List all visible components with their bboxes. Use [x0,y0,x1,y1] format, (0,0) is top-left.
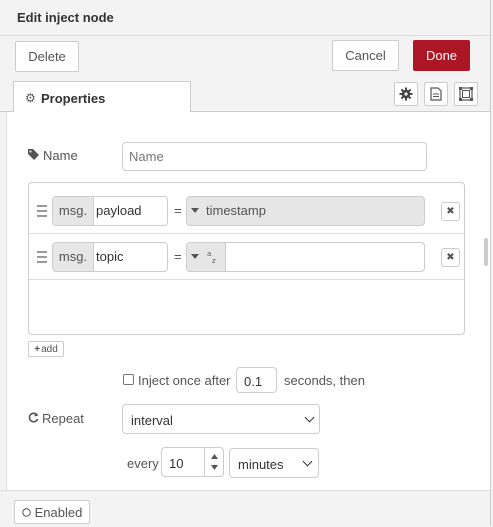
tray-title: Edit inject node [17,10,114,25]
tray-header: Edit inject node [0,0,490,36]
gear-icon [399,87,413,101]
tab-properties[interactable]: ⚙ Properties [13,81,191,112]
interval-unit-select[interactable]: minutes [229,448,319,478]
tab-properties-label: Properties [41,91,106,106]
property-list: msg. payload = timestamp ✖ msg. topic = … [28,182,465,335]
every-label: every [127,456,159,471]
row-divider [29,279,464,280]
add-label: add [41,343,58,355]
chevron-down-icon [302,456,313,467]
inject-once-delay-input[interactable]: 0.1 [236,367,277,393]
string-type-icon: az [207,250,216,264]
settings-tab-button[interactable] [394,82,418,106]
name-input[interactable] [122,142,427,171]
caret-down-icon [191,208,199,213]
svg-text:a: a [207,250,211,258]
payload-type-select[interactable]: timestamp [186,196,425,226]
inject-once-delay-value: 0.1 [244,374,263,389]
number-spinner[interactable] [204,448,224,476]
interval-number-input[interactable]: 10 [161,447,224,477]
circle-icon [21,507,31,517]
tab-bar: ⚙ Properties [0,78,490,112]
done-button[interactable]: Done [413,40,470,71]
delete-button[interactable]: Delete [15,41,79,72]
svg-text:z: z [212,257,216,264]
repeat-select[interactable]: interval [122,404,320,434]
appearance-tab-button[interactable] [454,82,478,106]
equals-sign: = [174,249,182,264]
tray-toolbar: Delete Cancel Done [0,36,490,78]
repeat-value: interval [131,413,173,428]
drag-handle-icon[interactable] [37,251,47,266]
property-name: topic [96,249,124,264]
name-label: Name [43,148,78,163]
edit-tray: Edit inject node Delete Cancel Done ⚙ Pr… [0,0,491,527]
enabled-toggle-button[interactable]: Enabled [14,500,90,524]
seconds-label: seconds, then [284,373,365,388]
msg-prefix: msg. [53,243,94,271]
plus-icon: + [34,343,41,355]
node-appearance-icon [459,87,473,101]
document-icon [430,87,442,101]
add-property-button[interactable]: + add [28,341,64,357]
interval-unit-value: minutes [238,457,284,472]
tag-icon [28,149,39,160]
scrollbar-thumb[interactable] [484,238,488,266]
repeat-label: Repeat [42,411,84,426]
inject-once-checkbox[interactable] [123,374,134,385]
equals-sign: = [174,203,182,218]
remove-row-button[interactable]: ✖ [441,202,460,221]
row-divider [29,233,464,234]
repeat-icon [28,412,39,423]
gear-icon: ⚙ [25,91,36,105]
payload-property-field[interactable]: msg. payload [52,196,168,226]
type-selector[interactable]: az [187,243,226,271]
type-label: timestamp [206,203,266,218]
description-tab-button[interactable] [424,82,448,106]
chevron-down-icon [304,412,315,423]
tray-footer: Enabled [0,490,490,527]
inject-once-label: Inject once after [138,373,231,388]
spin-down-icon[interactable] [211,465,218,470]
remove-row-button[interactable]: ✖ [441,248,460,267]
property-name: payload [96,203,142,218]
enabled-label: Enabled [34,504,83,520]
topic-type-select[interactable]: az [186,242,425,272]
msg-prefix: msg. [53,197,94,225]
interval-value: 10 [169,456,184,471]
topic-property-field[interactable]: msg. topic [52,242,168,272]
drag-handle-icon[interactable] [37,205,47,220]
caret-down-icon [191,254,199,259]
close-icon: ✖ [446,206,455,217]
spin-up-icon[interactable] [211,454,218,459]
cancel-button[interactable]: Cancel [332,40,399,71]
close-icon: ✖ [446,252,455,263]
